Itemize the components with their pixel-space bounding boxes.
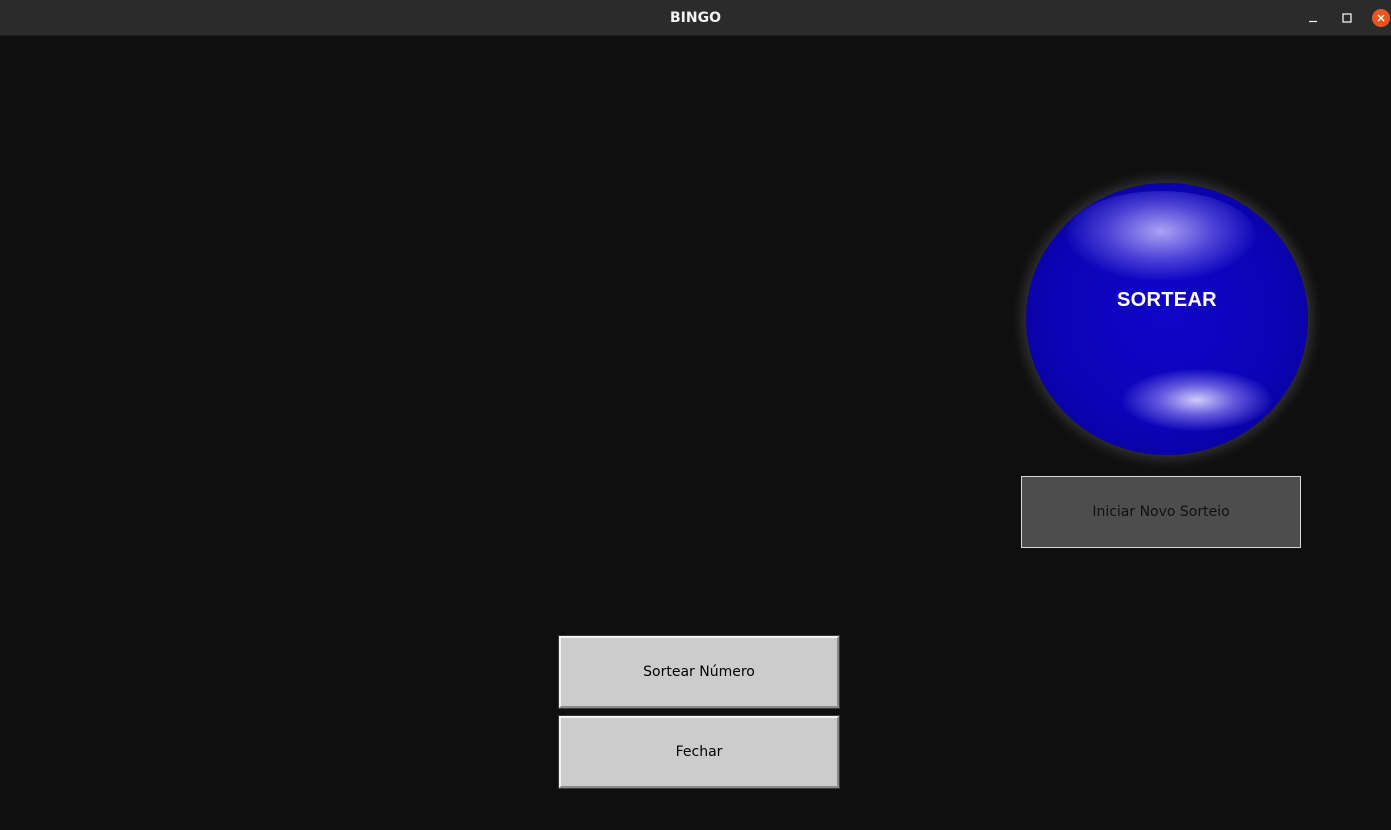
new-draw-button[interactable]: Iniciar Novo Sorteio	[1021, 476, 1301, 548]
close-window-button[interactable]	[1370, 7, 1391, 29]
close-circle	[1372, 9, 1390, 27]
sortear-ball-button[interactable]: SORTEAR	[1026, 183, 1308, 455]
maximize-button[interactable]	[1336, 7, 1358, 29]
ball-bottom-highlight	[1122, 369, 1272, 431]
title-bar[interactable]: BINGO	[0, 0, 1391, 36]
window-title: BINGO	[670, 10, 721, 26]
close-icon	[1377, 14, 1385, 22]
maximize-icon	[1342, 13, 1352, 23]
minimize-button[interactable]	[1302, 7, 1324, 29]
ball-top-highlight	[1066, 191, 1256, 281]
main-canvas: SORTEAR Iniciar Novo Sorteio Sortear Núm…	[0, 36, 1391, 830]
draw-number-button[interactable]: Sortear Número	[558, 635, 840, 709]
ball-label: SORTEAR	[1117, 289, 1217, 311]
close-button[interactable]: Fechar	[558, 715, 840, 789]
minimize-icon	[1309, 20, 1317, 23]
bingo-window: BINGO SORTEAR Iniciar Novo Sorteio Sorte…	[0, 0, 1391, 830]
